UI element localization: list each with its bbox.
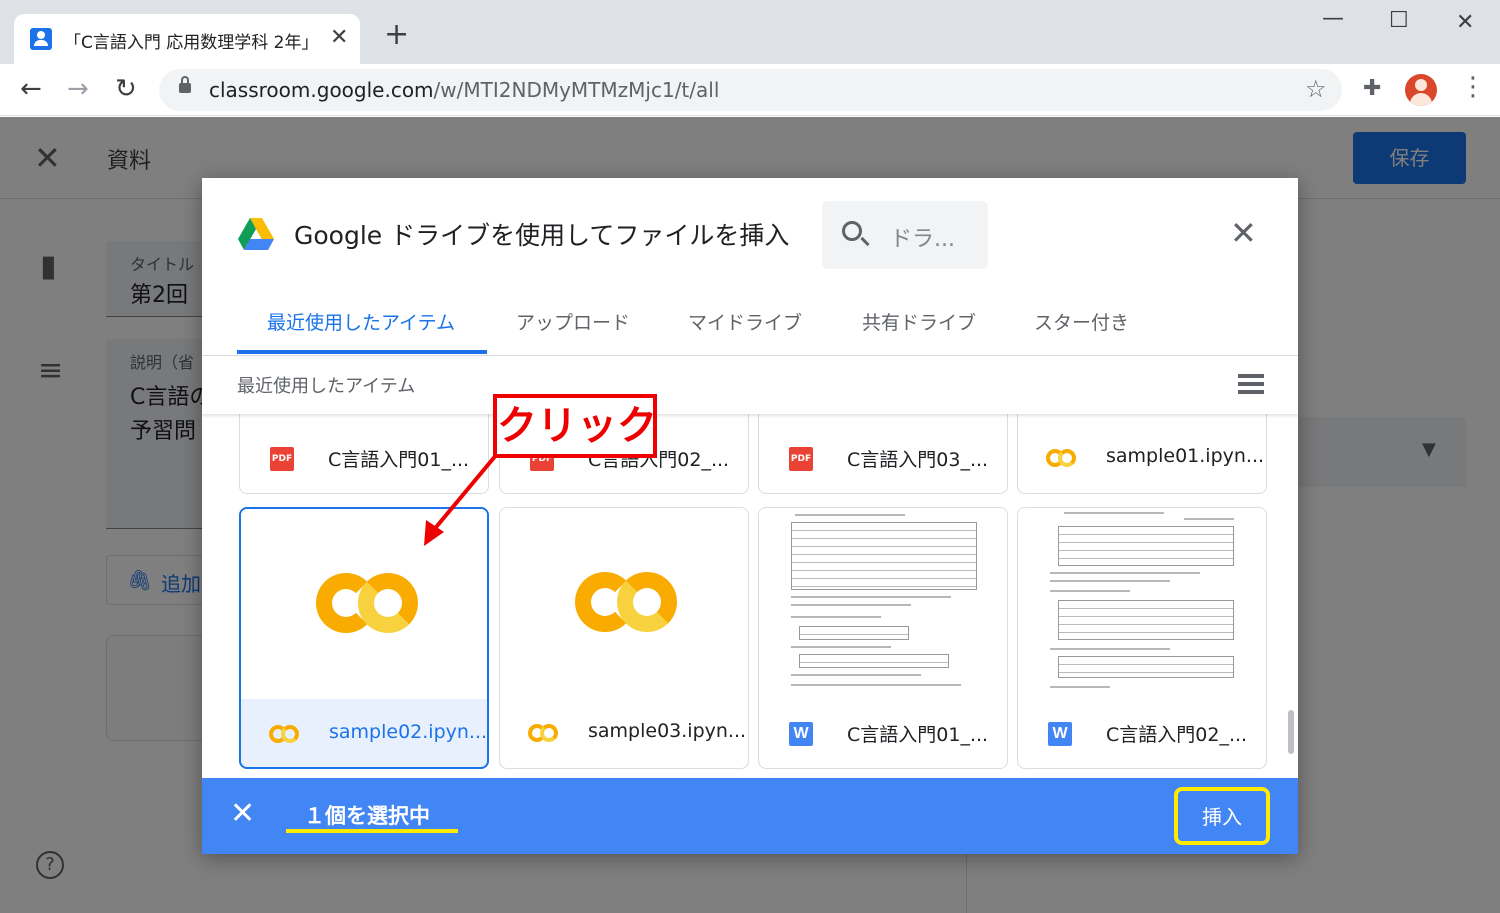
minimize-button[interactable]: — <box>1322 6 1344 31</box>
file-name: C言語入門01_... <box>328 449 470 471</box>
file-card[interactable]: sample01.ipyn... <box>1017 414 1267 494</box>
tab-my-drive[interactable]: マイドライブ <box>688 308 802 335</box>
file-name: C言語入門02_... <box>1106 724 1248 746</box>
file-name: sample01.ipyn... <box>1106 445 1265 467</box>
colab-logo-icon <box>575 572 677 632</box>
google-drive-logo-icon <box>238 218 274 250</box>
file-name-row: W C言語入門01_... <box>759 698 1007 768</box>
file-card[interactable]: PDF C言語入門03_... <box>758 414 1008 494</box>
section-header: 最近使用したアイテム <box>202 356 1298 414</box>
word-icon: W <box>789 722 813 746</box>
colab-logo-icon <box>316 573 418 633</box>
new-tab-button[interactable]: + <box>384 20 409 50</box>
file-name-row: sample03.ipyn... <box>500 698 748 768</box>
forward-button[interactable]: → <box>67 75 89 103</box>
list-view-icon[interactable] <box>1238 374 1264 394</box>
insert-highlight-box <box>1174 787 1270 845</box>
click-callout: クリック <box>493 394 657 458</box>
bookmark-star-icon[interactable]: ☆ <box>1305 75 1327 103</box>
file-card[interactable]: W C言語入門01_... <box>758 507 1008 769</box>
dialog-title: Google ドライブを使用してファイルを挿入 <box>294 221 790 250</box>
search-placeholder: ドラ... <box>890 227 955 252</box>
file-preview <box>1018 508 1266 698</box>
colab-icon <box>269 725 299 743</box>
browser-toolbar: ← → ↻ classroom.google.com/w/MTI2NDMyMTM… <box>0 64 1500 116</box>
file-name: sample03.ipyn... <box>588 720 747 742</box>
file-card[interactable]: sample03.ipyn... <box>499 507 749 769</box>
classroom-favicon-icon <box>30 28 52 50</box>
file-name-row: W C言語入門02_... <box>1018 698 1266 768</box>
file-card-selected[interactable]: sample02.ipyn... <box>239 507 489 769</box>
word-icon: W <box>1048 722 1072 746</box>
file-name-row: sample01.ipyn... <box>1018 423 1266 493</box>
file-name: C言語入門01_... <box>847 724 989 746</box>
pdf-icon: PDF <box>270 447 294 471</box>
extensions-puzzle-icon[interactable]: ✚ <box>1363 76 1381 101</box>
reload-button[interactable]: ↻ <box>115 75 137 103</box>
file-name-row: PDF C言語入門03_... <box>759 423 1007 493</box>
search-icon <box>842 221 862 241</box>
pdf-icon: PDF <box>789 447 813 471</box>
back-button[interactable]: ← <box>20 75 42 103</box>
file-name-row: PDF C言語入門01_... <box>240 423 488 493</box>
drive-search-input[interactable]: ドラ... <box>822 201 988 269</box>
maximize-button[interactable]: ☐ <box>1389 8 1409 33</box>
browser-tab[interactable]: 「C言語入門 応用数理学科 2年」の ✕ <box>14 14 360 64</box>
dialog-close-icon[interactable]: ✕ <box>1230 214 1257 252</box>
document-thumbnail <box>1034 508 1252 698</box>
browser-menu-icon[interactable]: ⋮ <box>1460 72 1486 102</box>
tab-title: 「C言語入門 応用数理学科 2年」の <box>64 33 320 53</box>
address-bar[interactable]: classroom.google.com/w/MTI2NDMyMTMzMjc1/… <box>159 69 1342 111</box>
selection-footer: ✕ １個を選択中 挿入 <box>202 778 1298 854</box>
profile-avatar[interactable] <box>1405 74 1437 106</box>
file-preview <box>241 509 487 699</box>
selected-count-underline <box>286 829 458 833</box>
tab-upload[interactable]: アップロード <box>516 308 630 335</box>
file-name-row: sample02.ipyn... <box>241 699 488 767</box>
file-preview <box>759 508 1007 698</box>
url-path: /w/MTI2NDMyMTMzMjc1/t/all <box>433 78 720 102</box>
tab-close-icon[interactable]: ✕ <box>330 25 348 50</box>
file-preview <box>500 508 748 698</box>
window-close-button[interactable]: ✕ <box>1456 10 1474 35</box>
url-host: classroom.google.com <box>209 78 434 102</box>
lock-icon <box>179 76 191 93</box>
file-card[interactable]: W C言語入門02_... <box>1017 507 1267 769</box>
picker-tabs: 最近使用したアイテム アップロード マイドライブ 共有ドライブ スター付き <box>202 288 1298 356</box>
colab-icon <box>1046 449 1076 467</box>
tab-starred[interactable]: スター付き <box>1034 308 1129 335</box>
grid-scrollbar[interactable] <box>1288 710 1294 754</box>
file-name: sample02.ipyn... <box>329 721 488 743</box>
file-card[interactable]: PDF C言語入門01_... <box>239 414 489 494</box>
file-name: C言語入門03_... <box>847 449 989 471</box>
url-text: classroom.google.com/w/MTI2NDMyMTMzMjc1/… <box>209 78 719 102</box>
selected-count: １個を選択中 <box>304 804 430 828</box>
active-tab-indicator <box>237 350 487 354</box>
tab-recent[interactable]: 最近使用したアイテム <box>267 308 455 335</box>
colab-icon <box>528 724 558 742</box>
section-label: 最近使用したアイテム <box>237 376 416 397</box>
document-thumbnail <box>775 508 993 698</box>
clear-selection-icon[interactable]: ✕ <box>230 796 255 831</box>
tab-shared-drives[interactable]: 共有ドライブ <box>862 308 976 335</box>
drive-picker-dialog: Google ドライブを使用してファイルを挿入 ドラ... ✕ 最近使用したアイ… <box>202 178 1298 854</box>
browser-titlebar: 「C言語入門 応用数理学科 2年」の ✕ + — ☐ ✕ <box>0 0 1500 64</box>
file-grid: PDF C言語入門01_... PDF C言語入門02_... PDF C言語入… <box>202 414 1298 778</box>
